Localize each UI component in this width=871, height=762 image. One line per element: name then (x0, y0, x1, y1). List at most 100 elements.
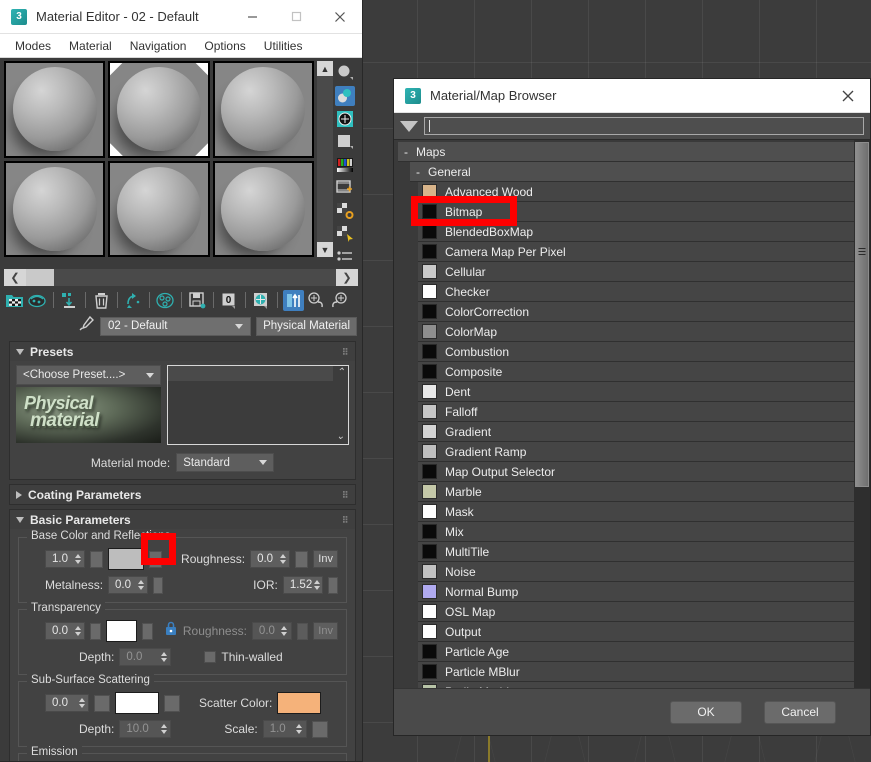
material-mode-dropdown[interactable]: Standard (176, 453, 275, 472)
material-type-button[interactable]: Physical Material (256, 316, 357, 336)
preset-list-items[interactable] (168, 366, 333, 444)
spinner-arrows-icon[interactable] (75, 695, 88, 711)
transparency-roughness-map-button[interactable] (296, 622, 309, 640)
transparency-weight-map-button[interactable] (90, 622, 102, 640)
scroll-track[interactable] (317, 76, 333, 242)
ior-spinner[interactable]: 1.52 (282, 576, 323, 594)
hscroll-track[interactable] (26, 268, 336, 286)
sss-depth-spinner[interactable]: 10.0 (119, 720, 172, 738)
menu-utilities[interactable]: Utilities (255, 37, 312, 55)
menu-options[interactable]: Options (195, 37, 254, 55)
transparency-depth-spinner[interactable]: 0.0 (119, 648, 172, 666)
list-item[interactable]: Output (418, 622, 854, 642)
show-shaded-material-in-viewport-icon[interactable] (251, 290, 272, 311)
sss-color-swatch[interactable] (115, 692, 159, 714)
sample-uv-tiling-icon[interactable] (335, 132, 355, 152)
transparency-color-swatch[interactable] (106, 620, 137, 642)
roughness-map-button[interactable] (295, 550, 309, 568)
hscroll-thumb[interactable] (26, 268, 54, 286)
scroll-down-icon[interactable]: ⌄ (336, 432, 344, 442)
sample-type-sphere-icon[interactable] (335, 63, 355, 83)
spinner-arrows-icon[interactable] (71, 623, 84, 639)
list-item[interactable]: BlendedBoxMap (418, 222, 854, 242)
hscroll-left-icon[interactable]: ❮ (4, 268, 26, 286)
list-item[interactable]: Falloff (418, 402, 854, 422)
list-item[interactable]: Combustion (418, 342, 854, 362)
menu-navigation[interactable]: Navigation (121, 37, 196, 55)
sample-slot-5[interactable] (108, 160, 210, 257)
tree-expander[interactable]: - (404, 145, 408, 159)
sss-weight-map-button[interactable] (94, 694, 110, 712)
list-item[interactable]: Camera Map Per Pixel (418, 242, 854, 262)
transparency-roughness-spinner[interactable]: 0.0 (251, 622, 292, 640)
menu-material[interactable]: Material (60, 37, 121, 55)
list-item[interactable]: Particle Age (418, 642, 854, 662)
options-icon[interactable] (335, 201, 355, 221)
get-material-icon[interactable] (4, 290, 25, 311)
ok-button[interactable]: OK (670, 700, 742, 724)
menu-modes[interactable]: Modes (6, 37, 60, 55)
browser-list-scrollbar[interactable] (854, 140, 870, 688)
list-item[interactable]: Particle MBlur (418, 662, 854, 682)
base-color-swatch[interactable] (108, 548, 144, 570)
preset-list[interactable]: ⌃ ⌄ (167, 365, 349, 445)
cancel-button[interactable]: Cancel (764, 700, 836, 724)
go-forward-to-sibling-icon[interactable] (329, 290, 350, 311)
map-tree-list[interactable]: - Maps - General Advanced Wood Bitmap Blen… (394, 140, 854, 688)
chevron-down-icon[interactable] (146, 373, 154, 378)
list-item[interactable]: Mask (418, 502, 854, 522)
save-icon[interactable] (187, 290, 208, 311)
select-by-material-icon[interactable] (335, 224, 355, 244)
spinner-arrows-icon[interactable] (157, 721, 170, 737)
spinner-arrows-icon[interactable] (278, 623, 291, 639)
close-icon[interactable] (318, 0, 362, 33)
rollout-basic-header[interactable]: Basic Parameters ⠿ (10, 510, 355, 529)
chevron-down-icon[interactable] (235, 323, 244, 329)
list-item[interactable]: Gradient (418, 422, 854, 442)
minimize-icon[interactable] (230, 0, 274, 33)
scale-spinner[interactable]: 1.0 (262, 720, 307, 738)
assign-material-to-selection-icon[interactable] (59, 290, 80, 311)
eyedropper-icon[interactable] (78, 315, 95, 337)
show-end-result-icon[interactable] (283, 289, 304, 311)
base-weight-spinner[interactable]: 1.0 (45, 550, 86, 568)
roughness-spinner[interactable]: 0.0 (250, 550, 291, 568)
search-input[interactable] (424, 117, 864, 135)
list-item[interactable]: MultiTile (418, 542, 854, 562)
list-item[interactable]: OSL Map (418, 602, 854, 622)
list-item[interactable]: ColorCorrection (418, 302, 854, 322)
list-item[interactable]: Cellular (418, 262, 854, 282)
list-item[interactable]: Mix (418, 522, 854, 542)
browser-titlebar[interactable]: 3 Material/Map Browser (394, 79, 870, 113)
reset-map-icon[interactable] (123, 290, 144, 311)
metalness-map-button[interactable] (153, 576, 164, 594)
browser-menu-chevron-down-icon[interactable] (400, 120, 418, 132)
base-weight-map-button[interactable] (90, 550, 104, 568)
list-item[interactable]: Marble (418, 482, 854, 502)
spinner-arrows-icon[interactable] (276, 551, 289, 567)
scale-map-button[interactable] (311, 720, 328, 738)
list-item[interactable]: Normal Bump (418, 582, 854, 602)
sss-weight-spinner[interactable]: 0.0 (45, 694, 89, 712)
scatter-color-swatch[interactable] (277, 692, 322, 714)
transparency-spinner[interactable]: 0.0 (45, 622, 85, 640)
hscroll-right-icon[interactable]: ❯ (336, 268, 358, 286)
list-item[interactable]: Advanced Wood (418, 182, 854, 202)
list-item[interactable]: Checker (418, 282, 854, 302)
list-item[interactable]: Dent (418, 382, 854, 402)
make-preview-icon[interactable] (335, 178, 355, 198)
scroll-down-icon[interactable]: ▼ (317, 242, 333, 257)
material-id-icon[interactable]: 0 (219, 290, 240, 311)
close-icon[interactable] (826, 79, 870, 112)
put-material-to-scene-icon[interactable] (27, 290, 48, 311)
go-to-parent-icon[interactable] (306, 290, 327, 311)
video-color-check-icon[interactable] (335, 155, 355, 175)
transparency-color-map-button[interactable] (141, 622, 153, 640)
lock-icon[interactable] (164, 621, 178, 641)
list-item[interactable]: Bitmap (418, 202, 854, 222)
transparency-inv-button[interactable]: Inv (313, 622, 338, 640)
slots-horizontal-scrollbar[interactable]: ❮ ❯ (0, 267, 362, 287)
tree-group-general[interactable]: - General (410, 162, 854, 182)
material-id-channel-icon[interactable] (335, 247, 355, 267)
roughness-inv-button[interactable]: Inv (313, 550, 338, 568)
